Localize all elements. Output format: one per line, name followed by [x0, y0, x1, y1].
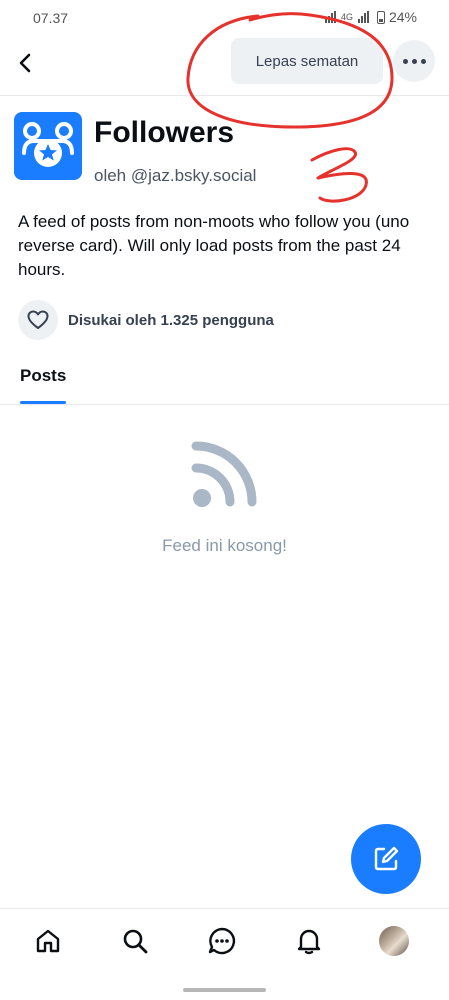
active-tab-indicator [20, 401, 67, 404]
battery-icon [376, 10, 385, 24]
nav-notifications[interactable] [291, 923, 327, 959]
nav-search[interactable] [117, 923, 153, 959]
status-time: 07.37 [33, 10, 69, 26]
more-options-button[interactable] [393, 40, 435, 82]
nav-profile[interactable] [376, 923, 412, 959]
nav-chat[interactable] [204, 923, 240, 959]
dot-icon [411, 58, 417, 64]
tab-posts[interactable]: Posts [20, 352, 67, 404]
home-icon [36, 929, 60, 953]
chevron-left-icon [19, 53, 31, 73]
dot-icon [420, 58, 426, 64]
like-button[interactable] [18, 300, 58, 340]
followers-feed-icon [22, 122, 74, 167]
top-bar: Lepas sematan [0, 36, 449, 96]
nav-home[interactable] [30, 923, 66, 959]
tab-bar: Posts [0, 352, 449, 405]
dot-icon [402, 58, 408, 64]
likes-count-text[interactable]: Disukai oleh 1.325 pengguna [68, 312, 274, 329]
chat-icon [208, 927, 236, 955]
tab-label: Posts [20, 366, 67, 385]
signal-icon [324, 11, 336, 23]
back-button[interactable] [10, 48, 40, 78]
signal-icon [357, 11, 369, 23]
compose-post-button[interactable] [351, 824, 421, 894]
status-bar: 07.37 4G 24% [0, 0, 449, 36]
compose-icon [374, 846, 399, 871]
feed-author[interactable]: oleh @jaz.bsky.social [94, 166, 256, 186]
status-icons: 4G 24% [324, 9, 417, 25]
feed-avatar [14, 112, 82, 180]
feed-title: Followers [94, 116, 235, 149]
heart-icon [27, 310, 49, 329]
rss-feed-icon [191, 441, 257, 507]
search-icon [123, 929, 148, 954]
bell-icon [297, 929, 321, 955]
home-indicator[interactable] [183, 988, 266, 992]
battery-level: 24% [388, 9, 417, 25]
bottom-nav [0, 908, 449, 976]
feed-header: Followers oleh @jaz.bsky.social [14, 110, 434, 190]
feed-description: A feed of posts from non-moots who follo… [18, 212, 410, 279]
empty-feed-message: Feed ini kosong! [162, 536, 287, 555]
avatar [379, 926, 409, 956]
network-type: 4G [340, 12, 353, 22]
unpin-button[interactable]: Lepas sematan [231, 38, 383, 84]
like-row: Disukai oleh 1.325 pengguna [18, 300, 274, 340]
